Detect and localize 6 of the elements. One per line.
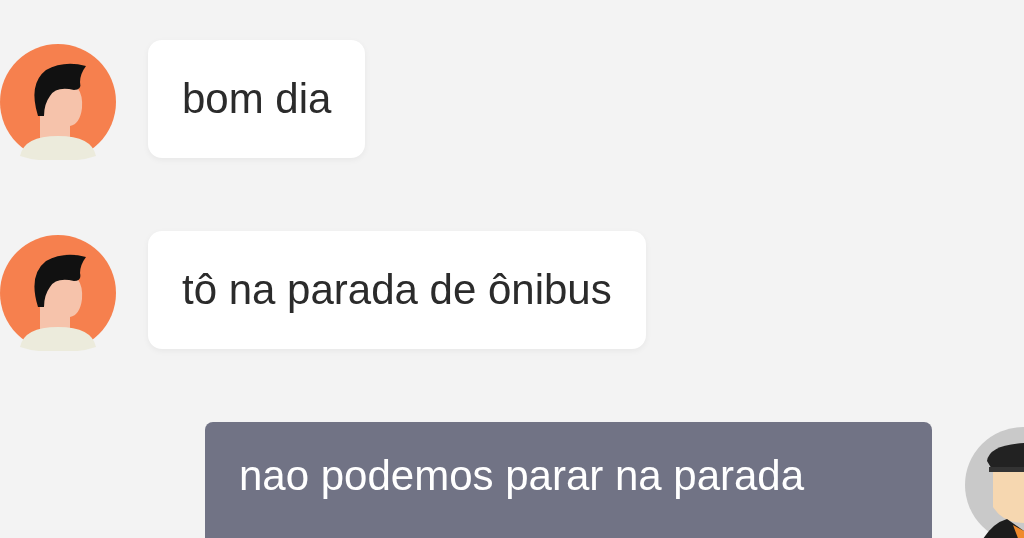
man-avatar-icon — [0, 235, 116, 351]
officer-avatar-icon — [963, 427, 1024, 538]
message-bubble: bom dia — [148, 40, 366, 158]
message-bubble: nao podemos parar na parada — [205, 422, 932, 538]
message-bubble: tô na parada de ônibus — [148, 231, 646, 349]
man-avatar-icon — [0, 44, 116, 160]
